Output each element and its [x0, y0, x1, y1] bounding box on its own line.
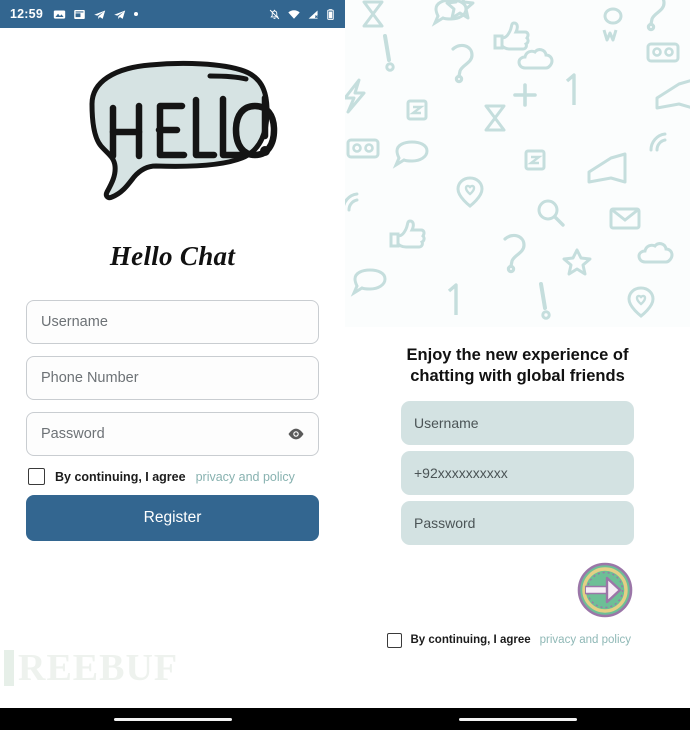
hello-speech-bubble-logo: [65, 56, 280, 221]
submit-row: [401, 561, 634, 619]
password-placeholder: Password: [41, 426, 105, 442]
android-nav-bar: [345, 708, 690, 730]
register-button[interactable]: Register: [26, 495, 319, 541]
phone-placeholder: +92xxxxxxxxxx: [414, 464, 508, 481]
app-title: Hello Chat: [109, 241, 236, 271]
phone-input[interactable]: +92xxxxxxxxxx: [401, 450, 634, 495]
watermark-text: REEBUF: [18, 647, 179, 689]
phone-input[interactable]: Phone Number: [26, 356, 319, 400]
privacy-policy-link[interactable]: privacy and policy: [540, 634, 631, 646]
notifications-off-icon: [269, 9, 280, 19]
home-indicator[interactable]: [113, 717, 232, 721]
status-bar-system-icons: [268, 8, 335, 21]
tagline: Enjoy the new experience of chatting wit…: [406, 346, 629, 385]
dual-screen-comparison: 12:59 Hello Chat Username Phone Number P…: [0, 0, 690, 730]
password-input[interactable]: Password: [26, 412, 319, 456]
doodle-pattern-background: [345, 0, 690, 327]
watermark-bar: [4, 650, 14, 686]
terms-checkbox[interactable]: [386, 632, 402, 648]
mobile-signal-off-icon: [308, 9, 318, 19]
status-bar-notification-icons: [53, 8, 268, 21]
right-phone-screen: Enjoy the new experience of chatting wit…: [345, 0, 690, 730]
arrow-right-circle-icon[interactable]: [576, 561, 634, 619]
terms-agreement-row: By continuing, I agree privacy and polic…: [386, 632, 649, 648]
dot-icon: [133, 12, 138, 16]
telegram-icon: [94, 9, 106, 19]
terms-agreement-row: By continuing, I agree privacy and polic…: [28, 468, 319, 485]
telegram-icon: [114, 9, 126, 19]
terms-label: By continuing, I agree: [55, 469, 186, 484]
username-placeholder: Username: [41, 314, 108, 330]
username-input[interactable]: Username: [401, 400, 634, 445]
password-placeholder: Password: [414, 514, 476, 531]
status-bar: 12:59: [0, 0, 345, 28]
username-input[interactable]: Username: [26, 300, 319, 344]
register-form: Username Phone Number Password By contin…: [26, 300, 319, 541]
terms-checkbox[interactable]: [28, 468, 45, 485]
terms-label: By continuing, I agree: [410, 634, 531, 647]
image-icon: [53, 9, 66, 19]
android-nav-bar: [0, 708, 345, 730]
news-icon: [74, 9, 85, 19]
left-screen-content: Hello Chat Username Phone Number Passwor…: [0, 28, 345, 708]
right-screen-content: Enjoy the new experience of chatting wit…: [345, 327, 690, 708]
privacy-policy-link[interactable]: privacy and policy: [196, 470, 295, 484]
left-phone-screen: 12:59 Hello Chat Username Phone Number P…: [0, 0, 345, 730]
battery-icon: [327, 8, 334, 20]
freebuf-watermark: REEBUF: [4, 646, 178, 690]
phone-placeholder: Phone Number: [41, 370, 139, 386]
show-password-eye-icon[interactable]: [284, 422, 308, 446]
wifi-icon: [288, 9, 300, 19]
password-input[interactable]: Password: [401, 500, 634, 545]
register-form: Username +92xxxxxxxxxx Password: [401, 400, 634, 551]
home-indicator[interactable]: [458, 717, 577, 721]
username-placeholder: Username: [414, 414, 479, 431]
status-bar-clock: 12:59: [10, 7, 43, 21]
